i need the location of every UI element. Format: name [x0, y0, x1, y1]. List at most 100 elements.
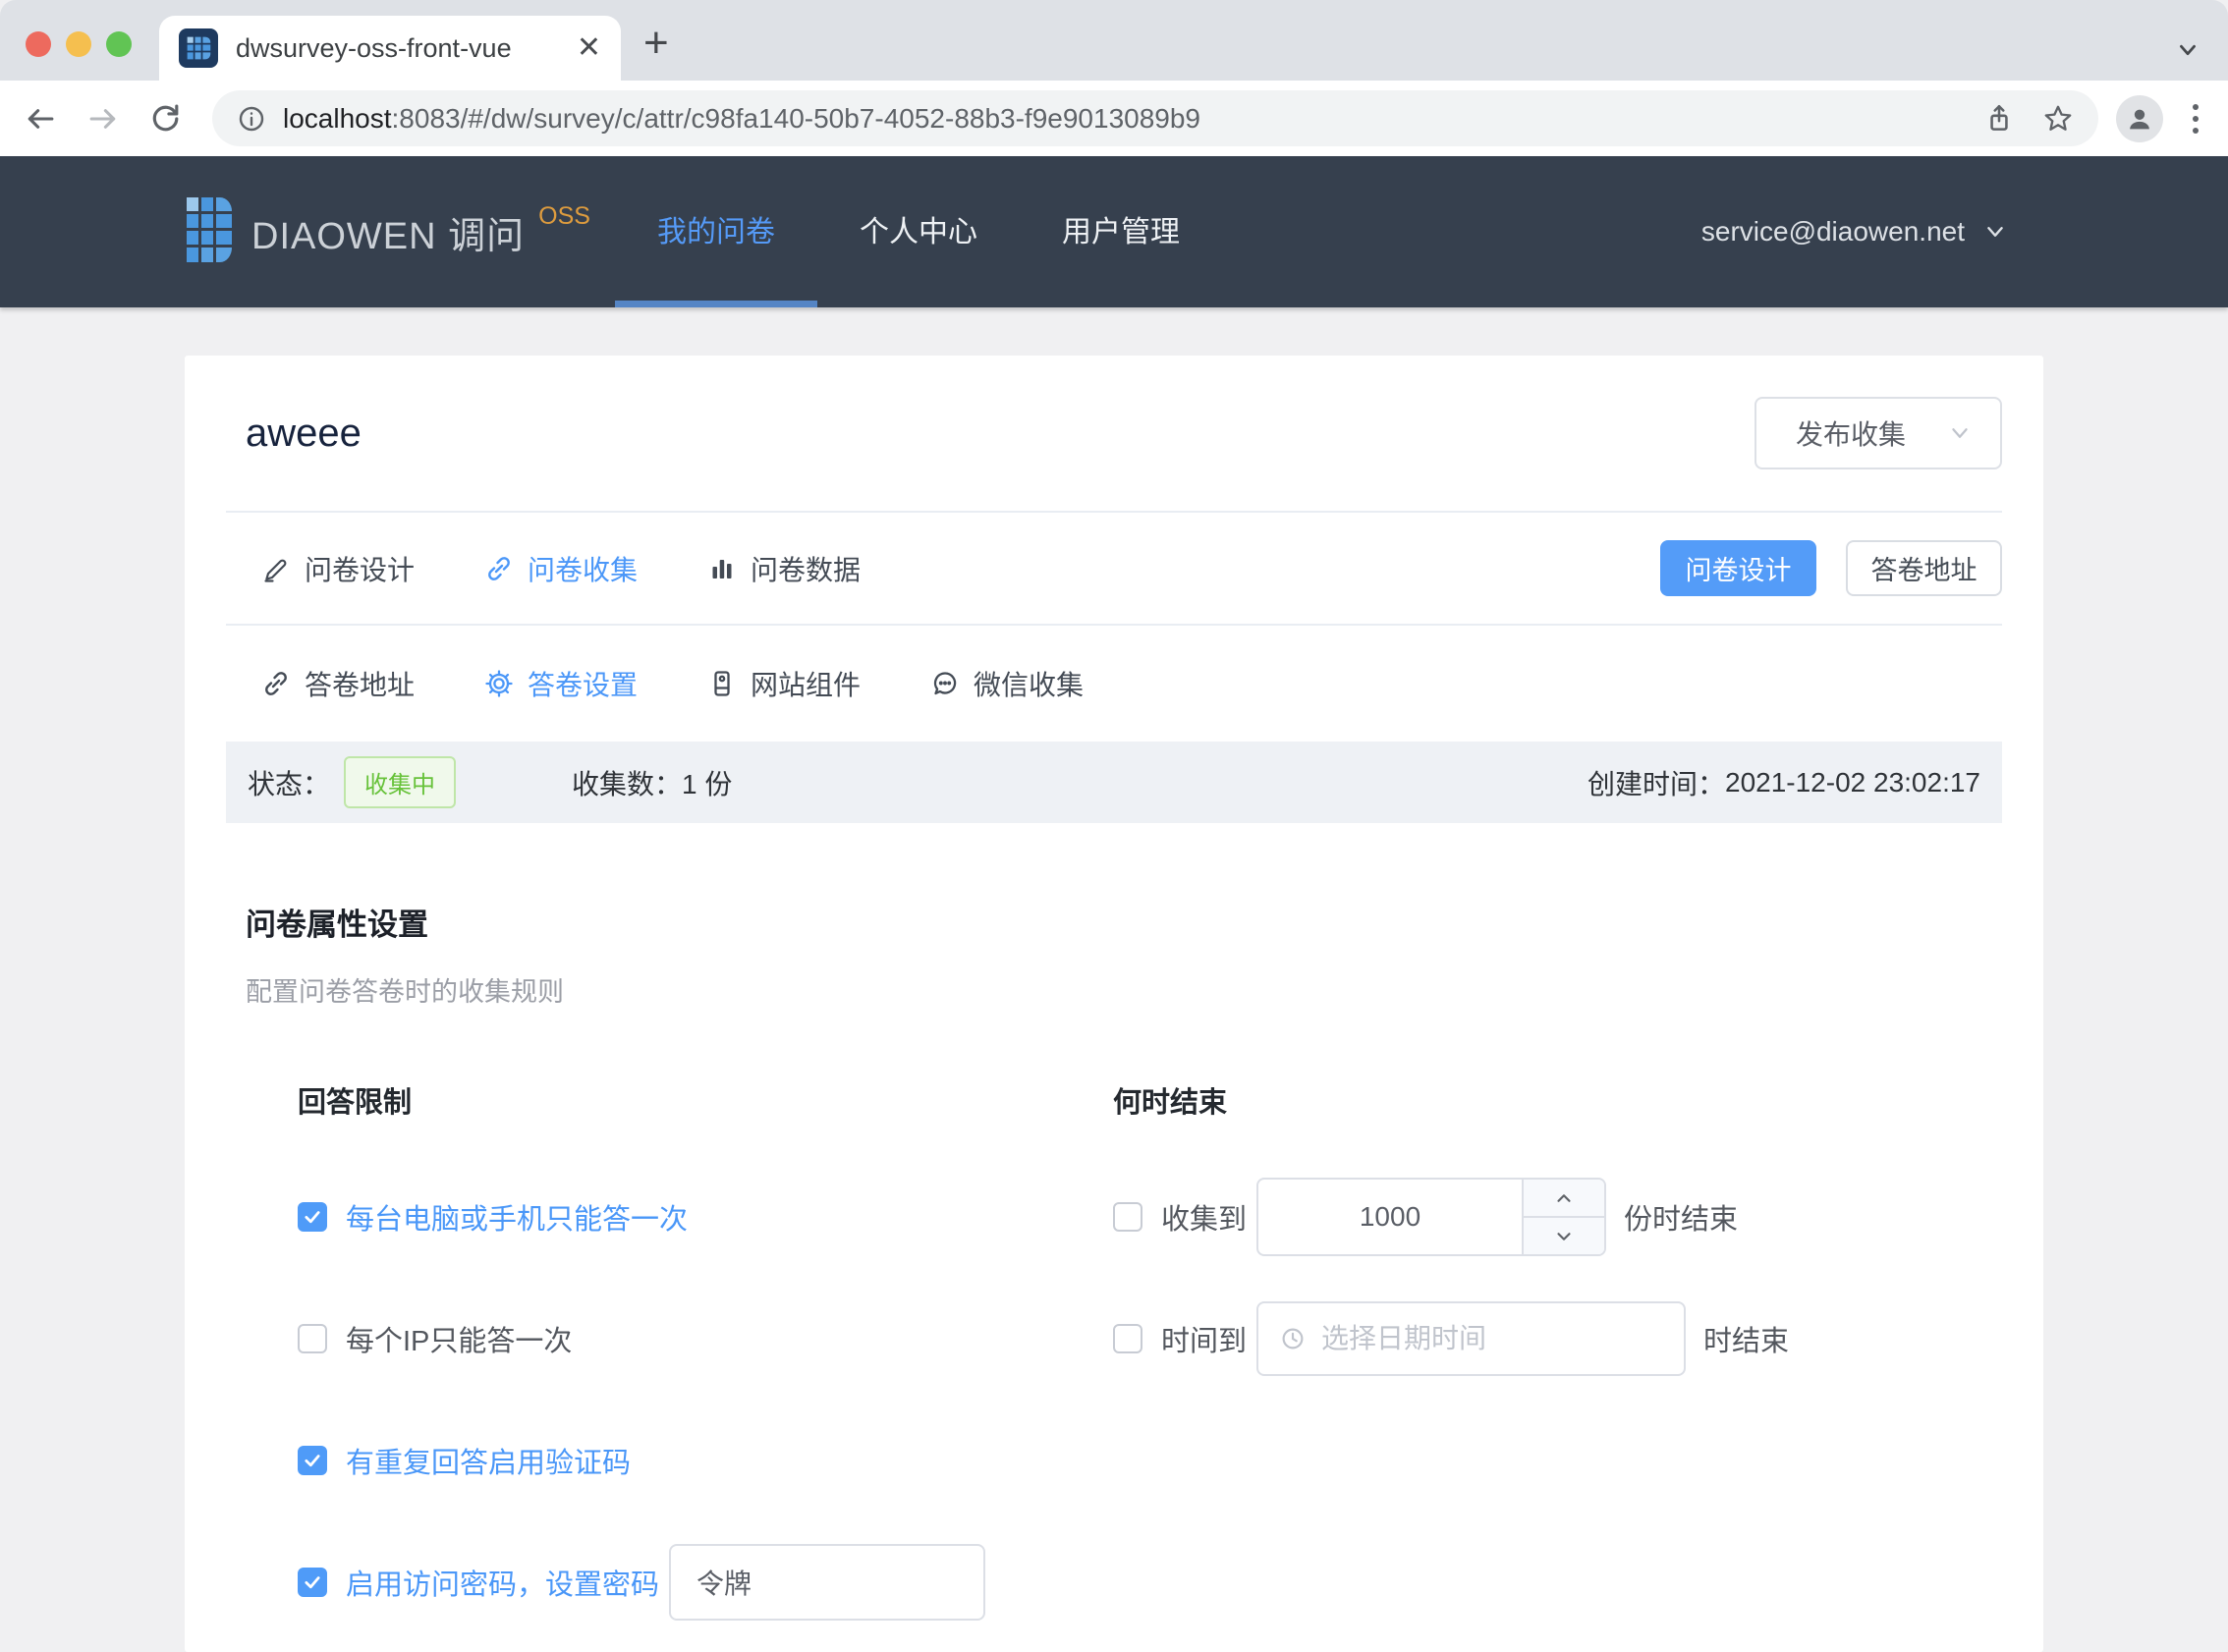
option-one-per-device: 每台电脑或手机只能答一次 [298, 1178, 1113, 1256]
group-header-end-condition: 何时结束 [1113, 1079, 2002, 1121]
option-label[interactable]: 每个IP只能答一次 [346, 1318, 572, 1359]
user-email: service@diaowen.net [1701, 216, 1965, 248]
link-icon [483, 553, 515, 584]
tab-survey-design[interactable]: 问卷设计 [260, 549, 415, 588]
answer-url-button[interactable]: 答卷地址 [1846, 540, 2002, 596]
url-path: :8083/#/dw/survey/c/attr/c98fa140-50b7-4… [392, 103, 1200, 134]
tab-label: 答卷地址 [305, 664, 415, 703]
url-bar[interactable]: localhost:8083/#/dw/survey/c/attr/c98fa1… [212, 90, 2098, 146]
option-label[interactable]: 收集到 [1161, 1196, 1247, 1238]
password-input[interactable] [669, 1544, 985, 1621]
forward-icon[interactable] [84, 100, 122, 138]
chevron-down-icon [1945, 418, 1975, 448]
bookmark-star-icon[interactable] [2041, 102, 2075, 136]
nav-item-personal-center[interactable]: 个人中心 [817, 156, 1020, 307]
chat-bubble-icon [929, 668, 961, 699]
user-menu[interactable]: service@diaowen.net [1701, 216, 2010, 248]
count-label: 收集数： [572, 763, 682, 802]
stepper-up-icon[interactable] [1524, 1180, 1604, 1218]
publish-collect-label: 发布收集 [1796, 413, 1945, 453]
option-one-per-ip: 每个IP只能答一次 [298, 1299, 1113, 1378]
close-window-button[interactable] [26, 31, 51, 57]
browser-tab-strip: dwsurvey-oss-front-vue ✕ + [0, 0, 2228, 81]
tab-close-icon[interactable]: ✕ [577, 33, 601, 63]
count-value: 1 份 [682, 763, 732, 802]
section-title: 问卷属性设置 [246, 900, 2002, 944]
gear-icon [483, 668, 515, 699]
tab-survey-collect[interactable]: 问卷收集 [483, 549, 638, 588]
stepper-controls [1522, 1180, 1604, 1254]
end-condition-group: 何时结束 收集到 [1113, 1079, 2002, 1652]
nav-item-user-management[interactable]: 用户管理 [1020, 156, 1222, 307]
option-end-by-count: 收集到 份时结束 [1113, 1178, 2002, 1256]
bar-chart-icon [706, 553, 738, 584]
option-label[interactable]: 有重复回答启用验证码 [346, 1440, 631, 1481]
brand[interactable]: DIAOWEN 调问 OSS [185, 195, 590, 269]
url-text: localhost:8083/#/dw/survey/c/attr/c98fa1… [283, 103, 1957, 135]
count-input[interactable] [1258, 1180, 1522, 1254]
checkbox-end-by-count[interactable] [1113, 1202, 1142, 1232]
status-badge: 收集中 [344, 756, 456, 808]
count-suffix: 份时结束 [1624, 1196, 1738, 1238]
checkbox-one-per-ip[interactable] [298, 1324, 327, 1353]
tab-list-chevron-icon[interactable] [2173, 35, 2202, 70]
status-bar: 状态： 收集中 收集数： 1 份 创建时间： 2021-12-02 23:02:… [226, 742, 2002, 823]
checkbox-access-password[interactable] [298, 1568, 327, 1597]
check-icon [302, 1206, 323, 1228]
tab-site-widget[interactable]: 网站组件 [706, 664, 861, 703]
option-label[interactable]: 启用访问密码，设置密码 [346, 1562, 659, 1603]
site-info-icon[interactable] [236, 103, 267, 135]
share-icon[interactable] [1982, 102, 2016, 136]
tab-answer-settings[interactable]: 答卷设置 [483, 664, 638, 703]
option-label[interactable]: 时间到 [1161, 1318, 1247, 1359]
primary-tab-row: 问卷设计 问卷收集 问卷数据 问卷设计 答卷地址 [226, 513, 2002, 624]
checkbox-end-by-time[interactable] [1113, 1324, 1142, 1353]
traffic-lights [26, 31, 132, 57]
favicon [179, 28, 218, 68]
created-value: 2021-12-02 23:02:17 [1725, 767, 1980, 798]
option-captcha-on-repeat: 有重复回答启用验证码 [298, 1421, 1113, 1500]
secondary-tab-row: 答卷地址 答卷设置 网站组件 [226, 626, 2002, 742]
option-end-by-time: 时间到 时结束 [1113, 1299, 2002, 1378]
browser-window: dwsurvey-oss-front-vue ✕ + localhost:808… [0, 0, 2228, 1652]
survey-card: aweee 发布收集 问卷设计 问卷收集 [185, 356, 2043, 1652]
section-description: 配置问卷答卷时的收集规则 [246, 970, 2002, 1009]
checkbox-one-per-device[interactable] [298, 1202, 327, 1232]
reload-icon[interactable] [147, 101, 183, 137]
tab-label: 网站组件 [751, 664, 861, 703]
option-label[interactable]: 每台电脑或手机只能答一次 [346, 1196, 688, 1238]
back-icon[interactable] [22, 100, 59, 138]
nav-item-my-surveys[interactable]: 我的问卷 [615, 156, 817, 307]
browser-menu-icon[interactable] [2185, 100, 2206, 138]
tab-label: 答卷设置 [528, 664, 638, 703]
tab-label: 问卷设计 [305, 549, 415, 588]
date-input[interactable] [1321, 1323, 1668, 1354]
browser-profile-avatar[interactable] [2116, 95, 2163, 142]
browser-toolbar: localhost:8083/#/dw/survey/c/attr/c98fa1… [0, 81, 2228, 156]
diaowen-logo-icon [185, 195, 232, 269]
new-tab-button[interactable]: + [643, 22, 669, 65]
tag-icon [706, 668, 738, 699]
date-time-picker[interactable] [1256, 1301, 1686, 1376]
check-icon [302, 1450, 323, 1471]
survey-design-button[interactable]: 问卷设计 [1660, 540, 1816, 596]
browser-tab[interactable]: dwsurvey-oss-front-vue ✕ [159, 16, 621, 81]
publish-collect-dropdown[interactable]: 发布收集 [1755, 397, 2002, 469]
minimize-window-button[interactable] [66, 31, 91, 57]
stepper-down-icon[interactable] [1524, 1218, 1604, 1254]
tab-answer-url[interactable]: 答卷地址 [260, 664, 415, 703]
link-icon [260, 668, 292, 699]
group-header-answer-limit: 回答限制 [298, 1079, 1113, 1121]
tab-survey-data[interactable]: 问卷数据 [706, 549, 861, 588]
page-content: aweee 发布收集 问卷设计 问卷收集 [0, 307, 2228, 1652]
survey-title: aweee [246, 412, 362, 456]
url-host: localhost [283, 103, 392, 134]
tab-wechat-collect[interactable]: 微信收集 [929, 664, 1084, 703]
created-label: 创建时间： [1587, 763, 1725, 802]
chevron-down-icon [1980, 217, 2010, 247]
time-suffix: 时结束 [1703, 1318, 1789, 1359]
checkbox-captcha-on-repeat[interactable] [298, 1446, 327, 1475]
maximize-window-button[interactable] [106, 31, 132, 57]
tab-label: 微信收集 [974, 664, 1084, 703]
clock-icon [1278, 1324, 1308, 1353]
